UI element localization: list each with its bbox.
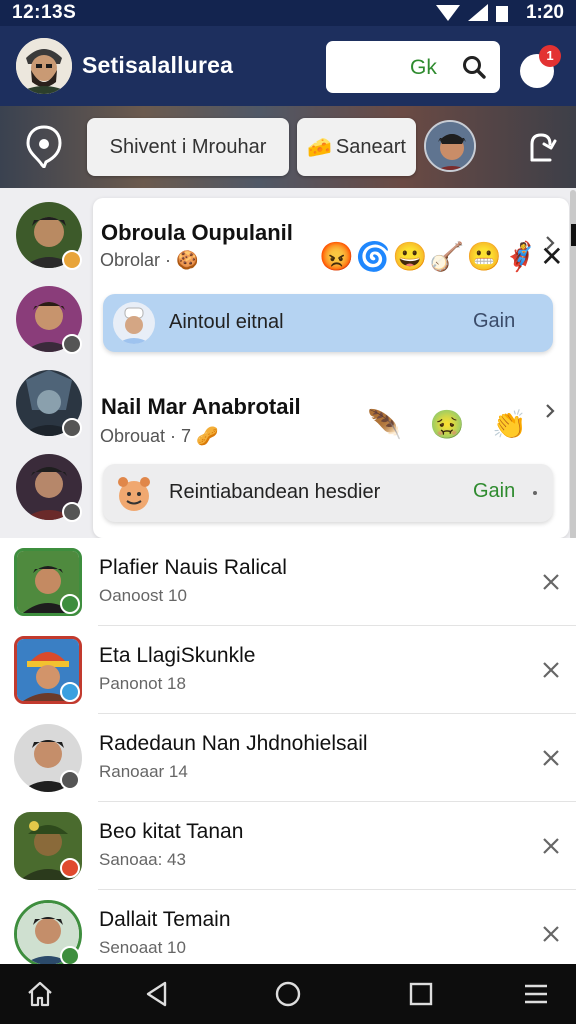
pill-avatar-2 — [113, 472, 155, 514]
status-time-right: 1:20 — [525, 2, 564, 23]
pill-text-2: Reintiabandean hesdier — [169, 481, 381, 503]
wifi-icon — [436, 5, 460, 21]
list-name: Beo kitat Tanan — [99, 820, 244, 843]
list-meta: Senoaat 10 — [99, 938, 186, 957]
chevron-right-icon[interactable] — [541, 234, 559, 252]
list-meta: Panonot 18 — [99, 674, 186, 693]
reaction-emojis-1[interactable]: 😡🌀😀🪕😬🦸✕ — [319, 240, 566, 273]
featured-subtitle-1: Obrolar · 🍪 — [100, 250, 198, 271]
reaction-emojis-2[interactable]: 🪶 🤢 👏 — [367, 408, 537, 441]
status-badge — [62, 250, 82, 270]
featured-card: Obroula Oupulanil Obrolar · 🍪 😡🌀😀🪕😬🦸✕ Ai… — [93, 198, 569, 538]
status-time-left: 12:13S — [12, 2, 77, 23]
header-avatar[interactable] — [16, 38, 72, 94]
cookie-icon: 🍪 — [176, 250, 199, 270]
more-dot — [533, 491, 537, 495]
list-name: Plafier Nauis Ralical — [99, 556, 287, 579]
list-name: Radedaun Nan Jhdnohielsail — [99, 732, 368, 755]
status-badge — [60, 770, 80, 790]
share-icon[interactable] — [524, 130, 558, 164]
man-avatar-icon — [426, 122, 474, 170]
featured-subtitle-text-1: Obrolar · — [100, 250, 172, 270]
search-icon[interactable] — [461, 54, 487, 80]
status-icons — [436, 4, 508, 22]
status-badge — [62, 502, 82, 522]
battery-icon — [496, 6, 508, 22]
featured-section: Obroula Oupulanil Obrolar · 🍪 😡🌀😀🪕😬🦸✕ Ai… — [0, 188, 576, 538]
pill-avatar-1 — [113, 302, 155, 344]
pill-text-1: Aintoul eitnal — [169, 311, 284, 333]
cartoon-face-icon — [113, 472, 155, 514]
app-header: Setisalallurea Gk 1 — [0, 26, 576, 106]
close-icon[interactable] — [541, 748, 561, 768]
status-badge — [60, 682, 80, 702]
navigation-bar — [0, 964, 576, 1024]
status-badge — [60, 594, 80, 614]
toolbar-banner: Shivent i Mrouhar 🧀 Saneart — [0, 106, 576, 188]
signal-icon — [468, 4, 488, 21]
list-meta: Oanoost 10 — [99, 586, 187, 605]
status-badge — [62, 334, 82, 354]
search-input[interactable]: Gk — [326, 41, 500, 93]
filter-chip-two-label: Saneart — [335, 135, 406, 158]
status-badge — [62, 418, 82, 438]
featured-title-2: Nail Mar Anabrotail — [101, 394, 301, 419]
back-icon[interactable] — [143, 980, 171, 1008]
gain-button-2[interactable]: Gain — [473, 480, 515, 503]
circle-home-icon[interactable] — [274, 980, 302, 1008]
peanut-icon: 🥜 — [196, 426, 219, 446]
list-item[interactable]: Dallait Temain Senoaat 10 — [0, 890, 576, 968]
notification-badge: 1 — [539, 45, 561, 67]
filter-chip-one[interactable]: Shivent i Mrouhar — [87, 118, 289, 176]
status-badge — [60, 946, 80, 966]
featured-title-1: Obroula Oupulanil — [101, 220, 293, 245]
menu-icon[interactable] — [522, 980, 550, 1008]
location-pin-icon[interactable] — [24, 124, 64, 168]
list-item[interactable]: Plafier Nauis Ralical Oanoost 10 — [0, 538, 576, 626]
list-name: Dallait Temain — [99, 908, 231, 931]
status-bar: 12:13S 1:20 — [0, 0, 576, 26]
list-meta: Ranoaar 14 — [99, 762, 188, 781]
list-item[interactable]: Beo kitat Tanan Sanoaa: 43 — [0, 802, 576, 890]
status-badge — [60, 858, 80, 878]
list-name: Eta LlagiSkunkle — [99, 644, 256, 667]
toolbar-avatar[interactable] — [424, 120, 476, 172]
featured-subtitle-text-2: Obrouat · 7 — [100, 426, 192, 446]
close-icon[interactable] — [541, 572, 561, 592]
close-icon[interactable] — [541, 660, 561, 680]
close-icon[interactable] — [541, 836, 561, 856]
scrollbar-marker — [571, 224, 576, 246]
chef-avatar-icon — [113, 302, 155, 344]
gain-pill-1[interactable]: Aintoul eitnal Gain — [103, 294, 553, 352]
gain-pill-2[interactable]: Reintiabandean hesdier Gain — [103, 464, 553, 522]
home-icon[interactable] — [26, 980, 54, 1008]
gain-button-1[interactable]: Gain — [473, 310, 515, 333]
cheese-icon: 🧀 — [307, 136, 332, 159]
list-item[interactable]: Eta LlagiSkunkle Panonot 18 — [0, 626, 576, 714]
chevron-right-icon[interactable] — [541, 402, 559, 420]
featured-subtitle-2: Obrouat · 7 🥜 — [100, 426, 218, 447]
bearded-man-avatar-icon — [16, 38, 72, 94]
app-title: Setisalallurea — [82, 52, 234, 78]
recents-icon[interactable] — [407, 980, 435, 1008]
close-icon[interactable] — [541, 924, 561, 944]
list-item[interactable]: Radedaun Nan Jhdnohielsail Ranoaar 14 — [0, 714, 576, 802]
filter-chip-two[interactable]: 🧀 Saneart — [297, 118, 416, 176]
list-meta: Sanoaa: 43 — [99, 850, 186, 869]
search-value: Gk — [410, 56, 437, 79]
